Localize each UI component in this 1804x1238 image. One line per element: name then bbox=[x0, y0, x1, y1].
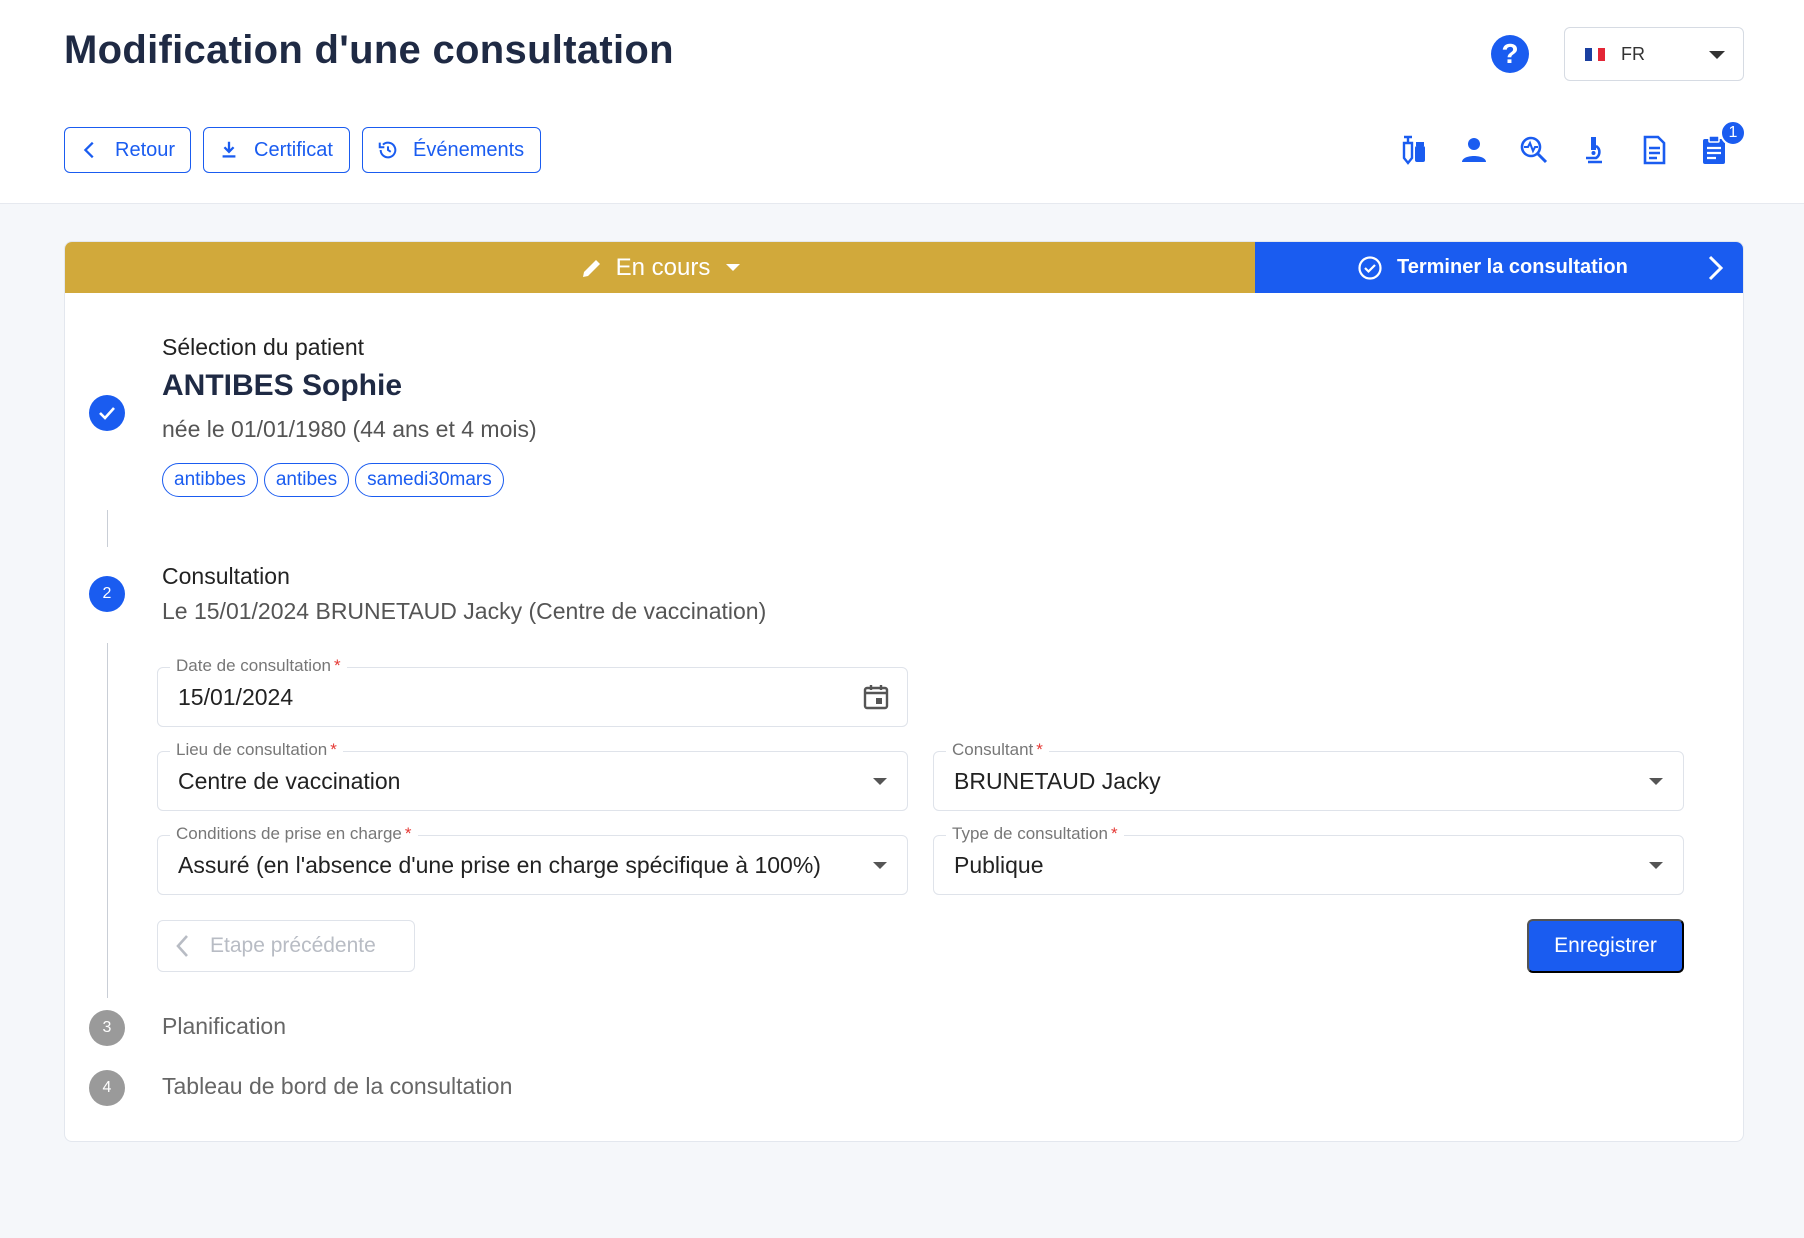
search-health-icon[interactable] bbox=[1516, 132, 1552, 168]
consultation-summary: Le 15/01/2024 BRUNETAUD Jacky (Centre de… bbox=[162, 598, 767, 624]
language-label: FR bbox=[1621, 43, 1645, 64]
step-1-title: Sélection du patient bbox=[162, 334, 365, 360]
caret-down-icon bbox=[726, 264, 741, 271]
events-button[interactable]: Événements bbox=[362, 127, 541, 173]
step-number: 3 bbox=[102, 1019, 112, 1036]
field-label: Conditions de prise en charge * bbox=[170, 824, 418, 844]
consultation-date-value: 15/01/2024 bbox=[178, 684, 294, 710]
consultant-select[interactable]: Consultant * BRUNETAUD Jacky bbox=[933, 740, 1684, 811]
person-icon[interactable] bbox=[1456, 132, 1492, 168]
vaccine-vial-icon[interactable] bbox=[1396, 132, 1432, 168]
events-label: Événements bbox=[413, 138, 525, 161]
patient-tag[interactable]: antibbes bbox=[162, 463, 258, 497]
step-2-title: Consultation bbox=[162, 563, 290, 589]
consultation-place-value: Centre de vaccination bbox=[178, 768, 401, 794]
fr-flag-icon bbox=[1585, 47, 1606, 61]
save-button[interactable]: Enregistrer bbox=[1527, 919, 1684, 973]
previous-step-button[interactable]: Etape précédente bbox=[157, 920, 415, 972]
finish-consultation-button[interactable]: Terminer la consultation bbox=[1255, 242, 1743, 293]
consultation-card: En cours Terminer la consultation Sélect… bbox=[64, 241, 1744, 1142]
consultation-date-field[interactable]: Date de consultation * 15/01/2024 bbox=[157, 656, 908, 727]
certificate-button[interactable]: Certificat bbox=[203, 127, 350, 173]
caret-down-icon bbox=[1649, 862, 1663, 869]
consultation-place-select[interactable]: Lieu de consultation * Centre de vaccinat… bbox=[157, 740, 908, 811]
step-connector bbox=[107, 643, 108, 998]
back-label: Retour bbox=[115, 138, 176, 161]
page-title: Modification d'une consultation bbox=[64, 28, 674, 72]
back-button[interactable]: Retour bbox=[64, 127, 191, 173]
patient-tags: antibbes antibes samedi30mars bbox=[162, 463, 504, 497]
coverage-conditions-value: Assuré (en l'absence d'une prise en char… bbox=[178, 852, 821, 878]
chevron-right-icon bbox=[1708, 255, 1724, 281]
help-icon: ? bbox=[1501, 38, 1519, 69]
chevron-left-icon bbox=[83, 141, 94, 159]
caret-down-icon bbox=[873, 862, 887, 869]
finish-label: Terminer la consultation bbox=[1397, 256, 1628, 278]
help-button[interactable]: ? bbox=[1491, 35, 1529, 73]
calendar-icon[interactable] bbox=[861, 682, 891, 712]
check-icon bbox=[99, 407, 115, 420]
patient-dob: née le 01/01/1980 (44 ans et 4 mois) bbox=[162, 416, 537, 442]
step-number: 2 bbox=[102, 585, 112, 602]
step-3-indicator: 3 bbox=[89, 1010, 125, 1046]
consultant-value: BRUNETAUD Jacky bbox=[954, 768, 1161, 794]
caret-down-icon bbox=[1649, 778, 1663, 785]
status-dropdown[interactable]: En cours bbox=[65, 242, 1255, 293]
field-label: Lieu de consultation * bbox=[170, 740, 343, 760]
check-circle-icon bbox=[1358, 255, 1382, 280]
caret-down-icon bbox=[873, 778, 887, 785]
clipboard-badge: 1 bbox=[1720, 120, 1746, 146]
patient-tag[interactable]: samedi30mars bbox=[355, 463, 504, 497]
step-4-title: Tableau de bord de la consultation bbox=[162, 1073, 513, 1099]
step-connector bbox=[107, 510, 108, 547]
download-icon bbox=[222, 141, 236, 158]
certificate-label: Certificat bbox=[254, 138, 333, 161]
consultation-type-select[interactable]: Type de consultation * Publique bbox=[933, 824, 1684, 895]
field-label: Type de consultation * bbox=[946, 824, 1124, 844]
field-label: Consultant * bbox=[946, 740, 1049, 760]
field-label: Date de consultation * bbox=[170, 656, 347, 676]
document-icon[interactable] bbox=[1636, 132, 1672, 168]
step-4-indicator: 4 bbox=[89, 1070, 125, 1106]
microscope-icon[interactable] bbox=[1576, 132, 1612, 168]
top-bar: Modification d'une consultation ? FR Ret… bbox=[0, 0, 1804, 204]
patient-name: ANTIBES Sophie bbox=[162, 369, 403, 402]
pencil-icon bbox=[582, 259, 600, 277]
caret-down-icon bbox=[1709, 51, 1725, 59]
step-1-complete-indicator bbox=[89, 395, 125, 431]
language-select[interactable]: FR bbox=[1564, 27, 1744, 81]
step-number: 4 bbox=[102, 1079, 112, 1096]
chevron-left-icon bbox=[176, 935, 188, 957]
coverage-conditions-select[interactable]: Conditions de prise en charge * Assuré (e… bbox=[157, 824, 908, 895]
step-3-title: Planification bbox=[162, 1013, 287, 1039]
step-2-indicator: 2 bbox=[89, 576, 125, 612]
patient-tag[interactable]: antibes bbox=[263, 463, 350, 497]
previous-step-label: Etape précédente bbox=[210, 934, 376, 957]
consultation-type-value: Publique bbox=[954, 852, 1044, 878]
status-label: En cours bbox=[615, 253, 711, 281]
history-icon bbox=[378, 141, 397, 159]
